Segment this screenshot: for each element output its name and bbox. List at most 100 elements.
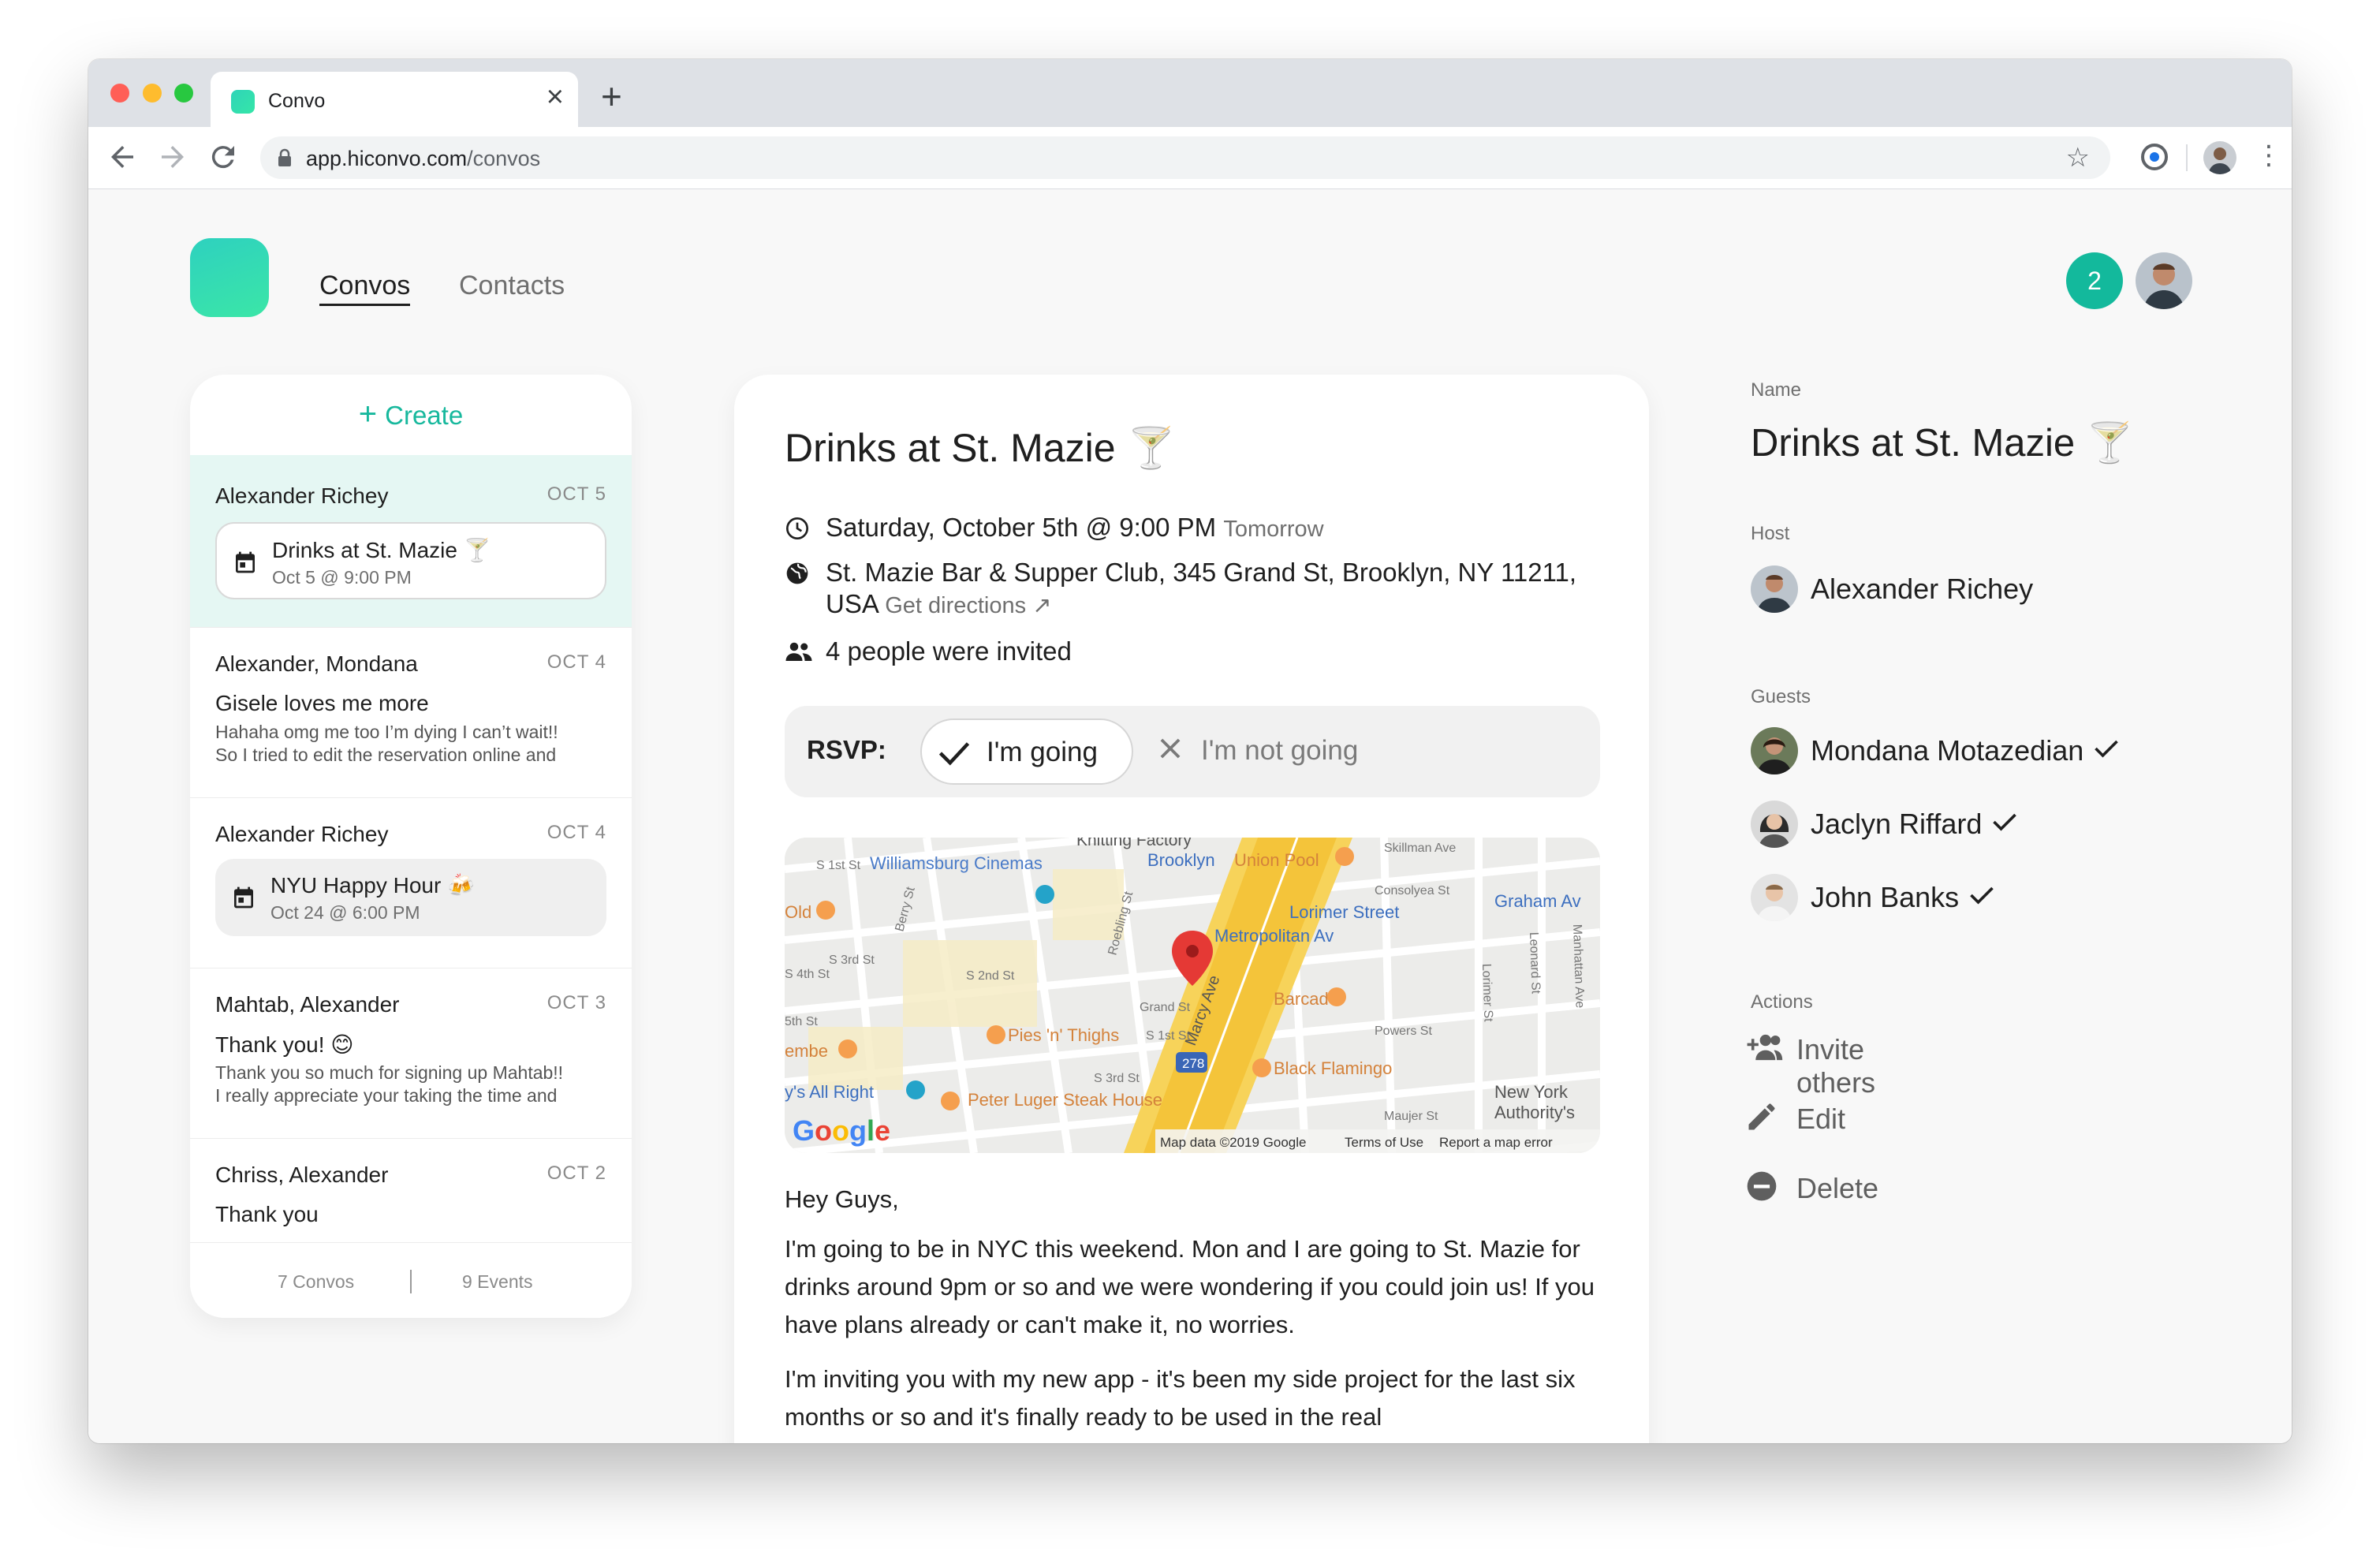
svg-text:Brooklyn: Brooklyn xyxy=(1147,850,1215,870)
svg-text:Peter Luger Steak House: Peter Luger Steak House xyxy=(968,1090,1162,1110)
avatar xyxy=(1751,565,1798,613)
convo-count[interactable]: 7 Convos xyxy=(278,1271,354,1293)
guest-name: John Banks xyxy=(1811,881,1997,914)
svg-text:Graham Av: Graham Av xyxy=(1494,891,1581,911)
avatar xyxy=(1751,874,1798,921)
favicon-icon xyxy=(231,90,255,114)
guest-name: Jaclyn Riffard xyxy=(1811,808,2020,841)
event-relative-date: Tomorrow xyxy=(1223,517,1324,542)
svg-text:Maujer St: Maujer St xyxy=(1384,1110,1438,1123)
clock-icon xyxy=(786,517,808,539)
list-item[interactable]: Alexander Richey OCT 5 Drinks at St. Maz… xyxy=(190,455,632,627)
event-map[interactable]: Williamsburg Cinemas Knitting Factory Br… xyxy=(785,838,1600,1153)
svg-text:Leonard St: Leonard St xyxy=(1527,932,1543,995)
svg-text:Pies 'n' Thighs: Pies 'n' Thighs xyxy=(1008,1025,1119,1045)
convo-title: Gisele loves me more xyxy=(215,691,429,715)
list-item[interactable]: Mahtab, Alexander OCT 3 Thank you! 😊 Tha… xyxy=(190,968,632,1139)
address-bar[interactable]: app.hiconvo.com/convos ☆ xyxy=(260,136,2110,179)
svg-text:S 3rd St: S 3rd St xyxy=(1094,1072,1140,1085)
convo-preview: Thank you so much for signing up Mahtab!… xyxy=(215,1062,564,1106)
browser-tab[interactable]: Convo × xyxy=(211,72,578,127)
maximize-window-button[interactable] xyxy=(174,84,193,103)
convo-participants: Alexander Richey xyxy=(215,822,389,846)
svg-text:Union Pool: Union Pool xyxy=(1234,850,1319,870)
convo-date: OCT 5 xyxy=(547,483,606,505)
list-item[interactable]: Chriss, Alexander OCT 2 Thank you xyxy=(190,1138,632,1257)
convo-title: Thank you! 😊 xyxy=(215,1032,354,1057)
actions-label: Actions xyxy=(1751,991,1813,1013)
guest-name: Mondana Motazedian xyxy=(1811,734,2121,767)
list-item[interactable]: Alexander Richey OCT 4 NYU Happy Hour 🍻 … xyxy=(190,797,632,968)
convo-preview: Hahaha omg me too I’m dying I can’t wait… xyxy=(215,722,558,765)
svg-text:Old: Old xyxy=(785,902,811,922)
event-count[interactable]: 9 Events xyxy=(462,1271,533,1293)
calendar-icon xyxy=(234,886,253,909)
panel-event-name: Drinks at St. Mazie 🍸 xyxy=(1751,422,2134,465)
back-arrow-icon[interactable] xyxy=(106,140,139,174)
going-button[interactable]: I'm going xyxy=(920,718,1133,785)
convo-date: OCT 3 xyxy=(547,992,606,1013)
check-icon xyxy=(2095,740,2119,758)
app-logo[interactable] xyxy=(190,238,269,317)
action-label: Invite others xyxy=(1796,1033,1876,1099)
notification-badge[interactable]: 2 xyxy=(2066,252,2123,309)
event-chip[interactable]: Drinks at St. Mazie 🍸 Oct 5 @ 9:00 PM xyxy=(215,522,606,599)
new-tab-button[interactable]: + xyxy=(601,77,622,116)
close-window-button[interactable] xyxy=(110,84,129,103)
name-label: Name xyxy=(1751,379,1802,401)
convo-date: OCT 2 xyxy=(547,1163,606,1184)
event-address-country: USA xyxy=(826,589,879,618)
convo-participants: Chriss, Alexander xyxy=(215,1163,389,1187)
avatar xyxy=(1751,801,1798,848)
list-item[interactable]: Alexander, Mondana OCT 4 Gisele loves me… xyxy=(190,627,632,798)
svg-text:embe: embe xyxy=(785,1041,828,1061)
url-text: app.hiconvo.com/convos xyxy=(306,147,541,170)
nav-convos[interactable]: Convos xyxy=(319,271,411,306)
going-label: I'm going xyxy=(987,737,1098,767)
event-chip-title: NYU Happy Hour 🍻 xyxy=(270,873,475,898)
browser-window: Convo × + app.hiconvo.com/convos ☆ ⋮ Con… xyxy=(88,59,2292,1443)
lock-icon xyxy=(278,148,291,166)
svg-text:Skillman Ave: Skillman Ave xyxy=(1384,842,1456,855)
convo-date: OCT 4 xyxy=(547,822,606,843)
extension-icon[interactable] xyxy=(2139,141,2170,173)
svg-text:y's All Right: y's All Right xyxy=(785,1082,874,1102)
user-avatar[interactable] xyxy=(2136,252,2192,309)
rsvp-bar: RSVP: I'm going I'm not going xyxy=(785,706,1600,797)
plus-icon: + xyxy=(358,397,378,431)
minimize-window-button[interactable] xyxy=(143,84,162,103)
event-chip[interactable]: NYU Happy Hour 🍻 Oct 24 @ 6:00 PM xyxy=(215,859,606,936)
check-icon xyxy=(938,742,970,766)
svg-text:Williamsburg Cinemas: Williamsburg Cinemas xyxy=(870,853,1043,873)
reload-icon[interactable] xyxy=(207,140,240,174)
create-button[interactable]: + Create xyxy=(190,397,632,432)
event-chip-time: Oct 5 @ 9:00 PM xyxy=(272,567,412,588)
get-directions-link[interactable]: Get directions ↗ xyxy=(885,593,1051,618)
globe-icon xyxy=(786,562,808,584)
nav-contacts[interactable]: Contacts xyxy=(459,271,565,301)
svg-text:278: 278 xyxy=(1182,1056,1204,1071)
profile-avatar[interactable] xyxy=(2203,141,2236,174)
bookmark-star-icon[interactable]: ☆ xyxy=(2066,143,2090,173)
svg-text:Google: Google xyxy=(793,1114,890,1147)
svg-text:Metropolitan Av: Metropolitan Av xyxy=(1214,926,1334,946)
avatar xyxy=(1751,727,1798,774)
svg-text:New York: New York xyxy=(1494,1082,1569,1102)
check-icon xyxy=(1993,813,2017,831)
svg-text:Lorimer St: Lorimer St xyxy=(1479,964,1495,1023)
rsvp-label: RSVP: xyxy=(807,735,886,764)
close-tab-icon[interactable]: × xyxy=(547,81,564,113)
action-label: Edit xyxy=(1796,1103,1846,1135)
convo-date: OCT 4 xyxy=(547,651,606,673)
svg-text:Map data ©2019 Google: Map data ©2019 Google xyxy=(1160,1135,1307,1150)
minus-circle-icon xyxy=(1747,1171,1777,1201)
tab-strip: Convo × + xyxy=(88,59,2292,127)
svg-text:Consolyea St: Consolyea St xyxy=(1375,884,1450,898)
forward-arrow-icon[interactable] xyxy=(156,140,189,174)
svg-text:Report a map error: Report a map error xyxy=(1439,1135,1553,1150)
browser-menu-icon[interactable]: ⋮ xyxy=(2255,140,2282,171)
svg-text:S 1st St: S 1st St xyxy=(816,859,861,872)
action-label: Delete xyxy=(1796,1172,1879,1204)
convo-participants: Mahtab, Alexander xyxy=(215,992,400,1017)
browser-toolbar: app.hiconvo.com/convos ☆ ⋮ xyxy=(88,127,2292,190)
